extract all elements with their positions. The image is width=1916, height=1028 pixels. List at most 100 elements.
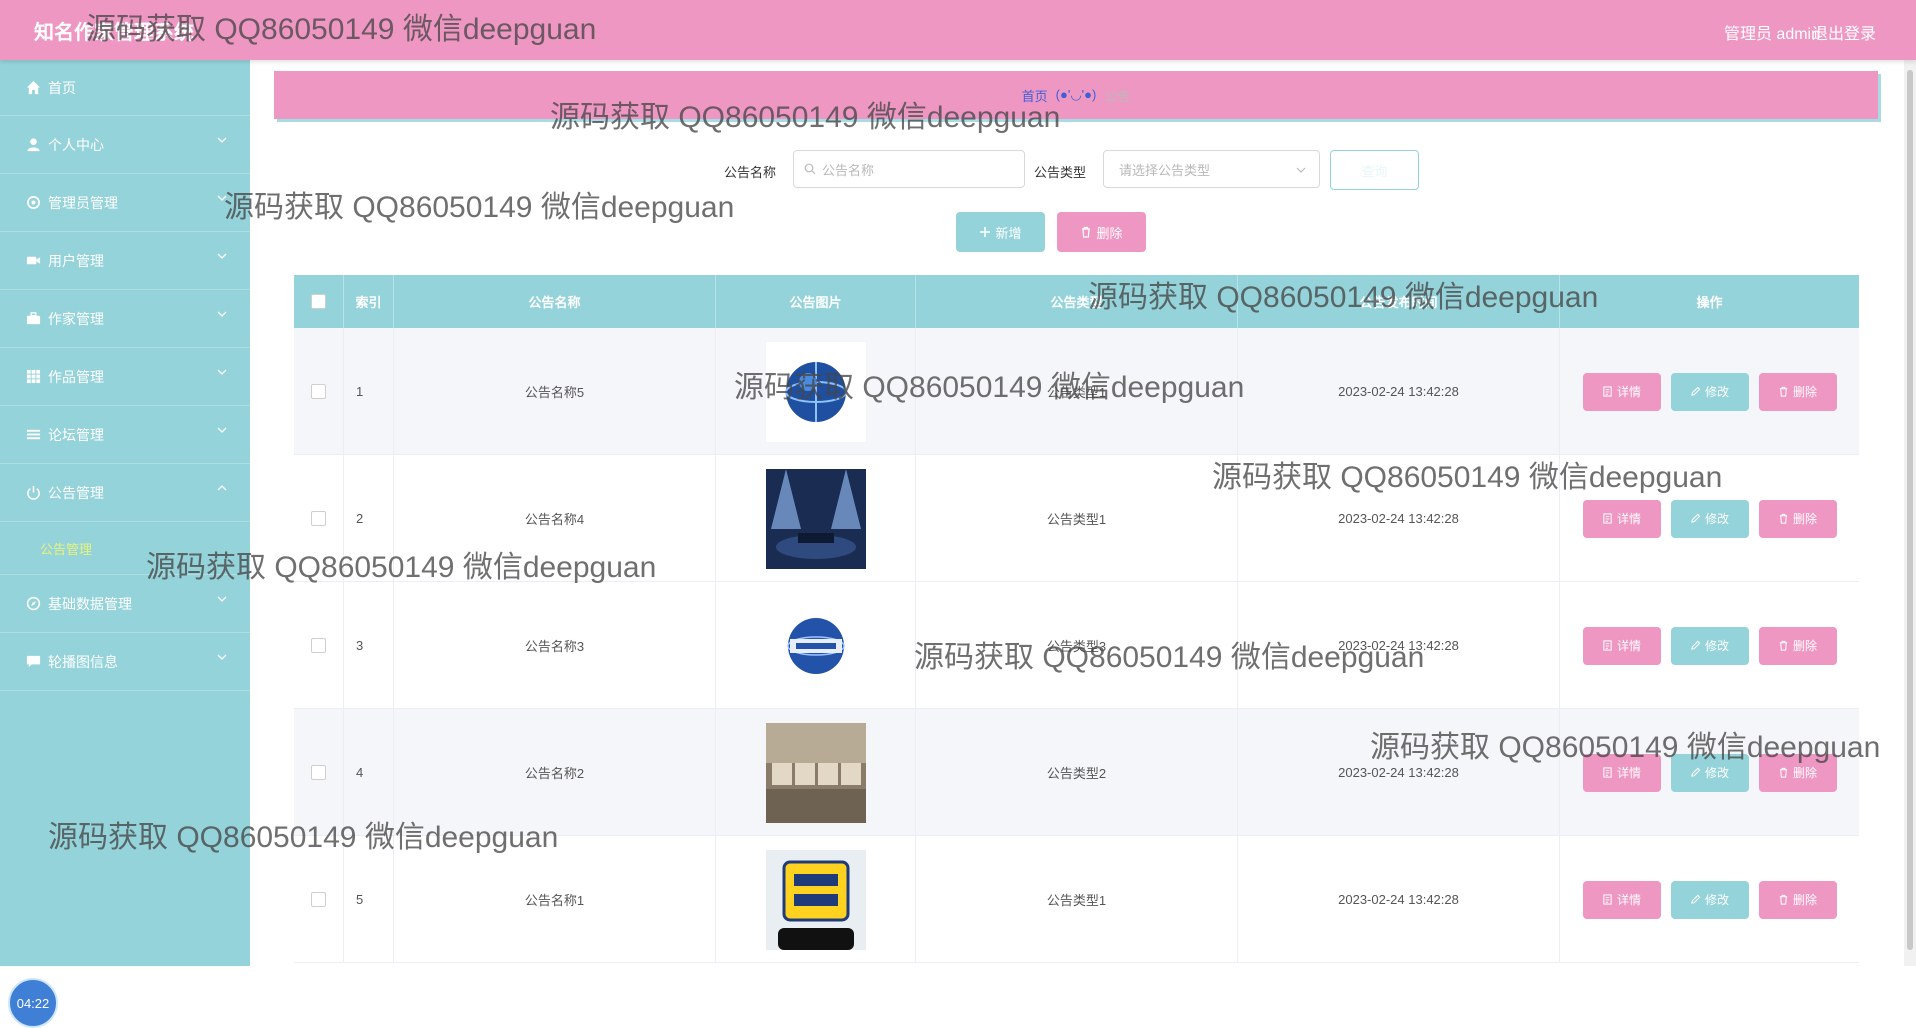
select-all-checkbox[interactable]	[311, 294, 326, 309]
notice-type-select[interactable]: 请选择公告类型	[1103, 150, 1320, 188]
header-index: 索引	[344, 275, 394, 328]
sidebar-item-users[interactable]: 用户管理	[0, 232, 250, 290]
row-checkbox[interactable]	[311, 765, 326, 780]
edit-button[interactable]: 修改	[1670, 753, 1749, 792]
row-type: 公告类型2	[916, 709, 1238, 836]
scrollbar-thumb[interactable]	[1907, 70, 1913, 950]
sidebar-item-notices[interactable]: 公告管理	[0, 464, 250, 522]
edit-label: 修改	[1704, 385, 1729, 399]
table-row: 5 公告名称1 公告类型1 2023-02-24 13:42:28 详情 修改 …	[294, 836, 1859, 963]
delete-button[interactable]: 删除	[1758, 626, 1837, 665]
delete-button[interactable]: 删除	[1758, 880, 1837, 919]
row-image	[716, 455, 916, 582]
notice-name-input[interactable]: 公告名称	[793, 150, 1025, 188]
breadcrumb: 首页 (●'◡'●) 公告	[274, 71, 1878, 119]
table-row: 4 公告名称2 公告类型2 2023-02-24 13:42:28 详情 修改 …	[294, 709, 1859, 836]
breadcrumb-current: 公告	[1104, 88, 1131, 104]
row-checkbox[interactable]	[311, 511, 326, 526]
row-checkbox[interactable]	[311, 638, 326, 653]
detail-label: 详情	[1616, 512, 1641, 526]
sidebar-item-carousel[interactable]: 轮播图信息	[0, 633, 250, 691]
notice-type-placeholder: 请选择公告类型	[1119, 162, 1211, 178]
row-checkbox[interactable]	[311, 384, 326, 399]
row-index: 4	[344, 709, 394, 836]
sidebar-item-admins[interactable]: 管理员管理	[0, 174, 250, 232]
sidebar-item-home[interactable]: 首页	[0, 60, 250, 116]
query-button[interactable]: 查询	[1330, 150, 1419, 190]
edit-button[interactable]: 修改	[1670, 499, 1749, 538]
chevron-down-icon	[1296, 167, 1306, 173]
chevron-down-icon	[217, 253, 227, 259]
sidebar-item-label: 用户管理	[48, 252, 104, 269]
detail-button[interactable]: 详情	[1582, 499, 1661, 538]
add-button[interactable]: 新增	[956, 212, 1045, 252]
logout-button[interactable]: 退出登录	[1812, 20, 1876, 44]
detail-button[interactable]: 详情	[1582, 372, 1661, 411]
breadcrumb-home[interactable]: 首页	[1022, 86, 1048, 105]
row-name: 公告名称4	[394, 455, 716, 582]
query-button-label: 查询	[1361, 163, 1388, 179]
detail-button[interactable]: 详情	[1582, 880, 1661, 919]
row-image	[716, 328, 916, 455]
clock-badge: 04:22	[8, 978, 58, 1028]
header-image[interactable]: 公告图片	[716, 275, 916, 328]
delete-button[interactable]: 删除	[1758, 372, 1837, 411]
sidebar-item-forum[interactable]: 论坛管理	[0, 406, 250, 464]
sidebar-item-writers[interactable]: 作家管理	[0, 290, 250, 348]
chevron-down-icon	[217, 311, 227, 317]
detail-label: 详情	[1616, 766, 1641, 780]
document-icon	[1603, 894, 1612, 905]
sidebar-item-label: 轮播图信息	[48, 653, 118, 670]
row-checkbox[interactable]	[311, 892, 326, 907]
edit-button[interactable]: 修改	[1670, 372, 1749, 411]
pencil-icon	[1691, 894, 1701, 904]
submenu-item-notices[interactable]: 公告管理	[0, 522, 250, 575]
trash-icon	[1779, 894, 1788, 905]
delete-button[interactable]: 删除	[1758, 499, 1837, 538]
header-name[interactable]: 公告名称	[394, 275, 716, 328]
header-type[interactable]: 公告类型	[916, 275, 1238, 328]
edit-button[interactable]: 修改	[1670, 626, 1749, 665]
sidebar-item-works[interactable]: 作品管理	[0, 348, 250, 406]
row-select[interactable]	[294, 709, 344, 836]
delete-label: 删除	[1792, 766, 1817, 780]
news-blocks-image	[765, 722, 866, 823]
row-actions: 详情 修改 删除	[1560, 328, 1859, 455]
row-select[interactable]	[294, 582, 344, 709]
row-actions: 详情 修改 删除	[1560, 709, 1859, 836]
message-icon	[24, 653, 42, 671]
row-name: 公告名称1	[394, 836, 716, 963]
delete-label: 删除	[1792, 893, 1817, 907]
sidebar-item-label: 论坛管理	[48, 426, 104, 443]
detail-button[interactable]: 详情	[1582, 626, 1661, 665]
row-time: 2023-02-24 13:42:28	[1238, 709, 1560, 836]
header-actions: 操作	[1696, 295, 1723, 310]
detail-button[interactable]: 详情	[1582, 753, 1661, 792]
settings-icon	[24, 194, 42, 212]
sidebar-item-label: 首页	[48, 79, 76, 96]
edit-button[interactable]: 修改	[1670, 880, 1749, 919]
sidebar-item-personal[interactable]: 个人中心	[0, 116, 250, 174]
pencil-icon	[1691, 640, 1701, 650]
batch-delete-button[interactable]: 删除	[1057, 212, 1146, 252]
header-select-all[interactable]	[294, 275, 344, 328]
table-row: 1 公告名称5 公告类型1 2023-02-24 13:42:28 详情 修改 …	[294, 328, 1859, 455]
row-select[interactable]	[294, 836, 344, 963]
chevron-down-icon	[217, 195, 227, 201]
row-name: 公告名称3	[394, 582, 716, 709]
page-scrollbar[interactable]	[1904, 60, 1916, 966]
app-title: 知名作家管理系统	[34, 22, 194, 44]
row-select[interactable]	[294, 455, 344, 582]
chevron-down-icon	[217, 369, 227, 375]
table-row: 3 公告名称3 公告类型3 2023-02-24 13:42:28 详情 修改 …	[294, 582, 1859, 709]
news-globe-image	[765, 595, 866, 696]
trash-icon	[1779, 640, 1788, 651]
header-time[interactable]: 公告发布时间	[1238, 275, 1560, 328]
row-actions: 详情 修改 删除	[1560, 836, 1859, 963]
sidebar-item-basic-data[interactable]: 基础数据管理	[0, 575, 250, 633]
delete-button[interactable]: 删除	[1758, 753, 1837, 792]
table-header: 索引 公告名称 公告图片 公告类型 公告发布时间 操作	[294, 275, 1859, 328]
row-select[interactable]	[294, 328, 344, 455]
row-index: 5	[344, 836, 394, 963]
edit-label: 修改	[1704, 766, 1729, 780]
